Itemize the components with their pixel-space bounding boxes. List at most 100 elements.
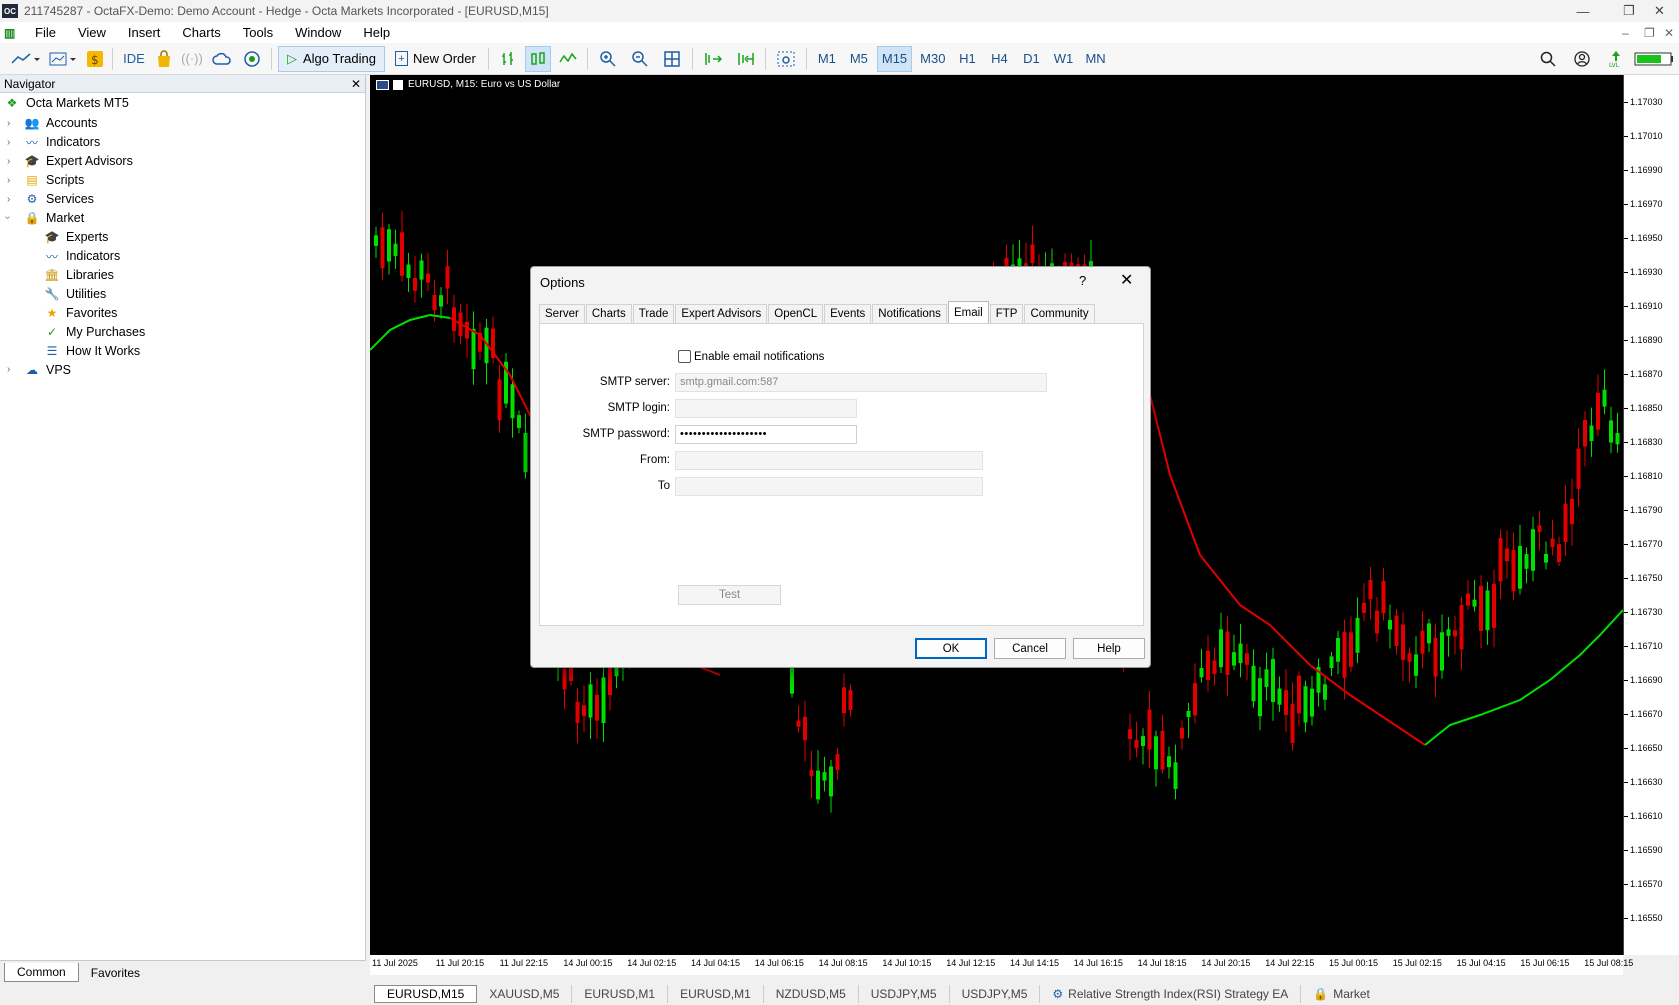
search-icon[interactable] bbox=[1538, 46, 1558, 72]
symbol-tab[interactable]: EURUSD,M1 bbox=[668, 984, 764, 1003]
symbol-tab-market[interactable]: 🔒 Market bbox=[1301, 985, 1382, 1003]
timeframe-d1[interactable]: D1 bbox=[1017, 46, 1045, 72]
account-icon[interactable] bbox=[1572, 46, 1592, 72]
nav-market-indicators[interactable]: 〰 Indicators bbox=[44, 246, 120, 266]
line-chart-icon[interactable] bbox=[555, 46, 581, 72]
expand-arrow-icon[interactable]: › bbox=[7, 175, 10, 186]
ok-button[interactable]: OK bbox=[915, 638, 987, 659]
symbol-tab[interactable]: XAUUSD,M5 bbox=[477, 984, 573, 1003]
screenshot-icon[interactable] bbox=[772, 46, 800, 72]
menu-file[interactable]: File bbox=[24, 25, 67, 40]
symbol-tab[interactable]: EURUSD,M1 bbox=[572, 984, 669, 1003]
zoom-out-icon[interactable] bbox=[626, 46, 654, 72]
market-bag-icon[interactable] bbox=[153, 46, 175, 72]
timeframe-m5[interactable]: M5 bbox=[845, 46, 873, 72]
tab-ftp[interactable]: FTP bbox=[989, 304, 1024, 323]
tab-trade[interactable]: Trade bbox=[632, 304, 675, 323]
timeframe-h4[interactable]: H4 bbox=[985, 46, 1013, 72]
connection-status-icon[interactable] bbox=[1632, 46, 1676, 72]
dialog-help-icon[interactable]: ? bbox=[1079, 273, 1086, 288]
bar-chart-icon[interactable] bbox=[495, 46, 521, 72]
tab-common[interactable]: Common bbox=[4, 963, 79, 982]
menu-window[interactable]: Window bbox=[284, 25, 352, 40]
nav-item-services[interactable]: ⚙ Services bbox=[24, 189, 94, 209]
tile-windows-icon[interactable] bbox=[658, 46, 686, 72]
menu-charts[interactable]: Charts bbox=[171, 25, 231, 40]
nav-item-vps[interactable]: ☁ VPS bbox=[24, 360, 71, 380]
expand-arrow-icon[interactable]: › bbox=[7, 194, 10, 205]
nav-market-my-purchases[interactable]: ✓ My Purchases bbox=[44, 322, 145, 342]
tab-events[interactable]: Events bbox=[824, 304, 872, 323]
close-icon[interactable]: ✕ bbox=[1640, 0, 1679, 22]
nav-item-expert-advisors[interactable]: 🎓 Expert Advisors bbox=[24, 151, 133, 171]
ide-button[interactable]: IDE bbox=[119, 46, 149, 72]
mdi-minimize-icon[interactable]: – bbox=[1622, 26, 1629, 40]
algo-trading-button[interactable]: ▷ Algo Trading bbox=[278, 45, 385, 72]
expand-arrow-icon[interactable]: › bbox=[7, 137, 10, 148]
tab-favorites[interactable]: Favorites bbox=[79, 964, 152, 982]
timeframe-m1[interactable]: M1 bbox=[813, 46, 841, 72]
test-button[interactable]: Test bbox=[678, 585, 781, 605]
candlestick-icon[interactable] bbox=[524, 45, 551, 72]
symbol-tab-ea[interactable]: ⚙ Relative Strength Index(RSI) Strategy … bbox=[1040, 984, 1302, 1003]
nav-item-indicators[interactable]: 〰 Indicators bbox=[24, 132, 100, 152]
mdi-restore-icon[interactable]: ❐ bbox=[1644, 26, 1655, 40]
timeframe-m30[interactable]: M30 bbox=[916, 46, 949, 72]
mdi-close-icon[interactable]: ✕ bbox=[1664, 26, 1674, 40]
help-button[interactable]: Help bbox=[1073, 638, 1145, 659]
tab-charts[interactable]: Charts bbox=[585, 304, 632, 323]
nav-root[interactable]: ❖ Octa Markets MT5 bbox=[4, 93, 129, 113]
collapse-arrow-icon[interactable]: › bbox=[2, 216, 13, 219]
profiles-icon[interactable] bbox=[46, 46, 80, 72]
timeframe-mn[interactable]: MN bbox=[1081, 46, 1109, 72]
menu-view[interactable]: View bbox=[67, 25, 117, 40]
price-scale[interactable]: 1.17030 1.17010 1.16990 1.16970 1.16950 1.169… bbox=[1623, 75, 1679, 955]
chart-menu-icon[interactable]: ▥ bbox=[4, 26, 24, 40]
deposit-icon[interactable]: $ bbox=[84, 46, 106, 72]
nav-market-libraries[interactable]: 🏛 Libraries bbox=[44, 265, 114, 285]
dialog-close-icon[interactable]: ✕ bbox=[1120, 270, 1133, 290]
web-icon[interactable] bbox=[239, 46, 265, 72]
navigator-close-icon[interactable]: ✕ bbox=[351, 77, 361, 91]
auto-scroll-icon[interactable] bbox=[699, 46, 727, 72]
minimize-icon[interactable]: — bbox=[1560, 0, 1606, 22]
smtp-password-field[interactable]: •••••••••••••••••••• bbox=[675, 425, 857, 444]
timeframe-h1[interactable]: H1 bbox=[953, 46, 981, 72]
expand-arrow-icon[interactable]: › bbox=[7, 364, 10, 375]
to-field[interactable] bbox=[675, 477, 983, 496]
expand-arrow-icon[interactable]: › bbox=[7, 118, 10, 129]
zoom-in-icon[interactable] bbox=[594, 46, 622, 72]
tab-notifications[interactable]: Notifications bbox=[872, 304, 947, 323]
tab-opencl[interactable]: OpenCL bbox=[768, 304, 824, 323]
lvl-signal-icon[interactable]: LVL bbox=[1606, 46, 1626, 72]
symbol-tab[interactable]: NZDUSD,M5 bbox=[764, 984, 859, 1003]
vps-cloud-icon[interactable] bbox=[209, 46, 235, 72]
nav-market-utilities[interactable]: 🔧 Utilities bbox=[44, 284, 107, 304]
nav-item-market[interactable]: 🔒 Market bbox=[24, 208, 85, 228]
new-order-button[interactable]: + New Order bbox=[389, 46, 482, 72]
menu-tools[interactable]: Tools bbox=[232, 25, 284, 40]
nav-item-accounts[interactable]: 👥 Accounts bbox=[24, 113, 98, 133]
tab-server[interactable]: Server bbox=[539, 304, 585, 323]
smtp-server-field[interactable]: smtp.gmail.com:587 bbox=[675, 373, 1047, 392]
nav-market-experts[interactable]: 🎓 Experts bbox=[44, 227, 109, 247]
signals-icon[interactable]: ((·)) bbox=[179, 46, 205, 72]
nav-market-how-it-works[interactable]: ☰ How It Works bbox=[44, 341, 140, 361]
time-scale[interactable]: 11 Jul 2025 11 Jul 20:15 11 Jul 22:15 14 Ju… bbox=[370, 955, 1633, 975]
timeframe-m15[interactable]: M15 bbox=[876, 45, 913, 72]
menu-help[interactable]: Help bbox=[352, 25, 401, 40]
cancel-button[interactable]: Cancel bbox=[994, 638, 1066, 659]
from-field[interactable] bbox=[675, 451, 983, 470]
symbol-tab[interactable]: USDJPY,M5 bbox=[950, 984, 1041, 1003]
expand-arrow-icon[interactable]: › bbox=[7, 156, 10, 167]
smtp-login-field[interactable] bbox=[675, 399, 857, 418]
chart-shift-icon[interactable] bbox=[731, 46, 759, 72]
nav-item-scripts[interactable]: ▤ Scripts bbox=[24, 170, 84, 190]
nav-market-favorites[interactable]: ★ Favorites bbox=[44, 303, 118, 323]
new-chart-icon[interactable] bbox=[8, 46, 42, 72]
menu-insert[interactable]: Insert bbox=[117, 25, 172, 40]
tab-email[interactable]: Email bbox=[947, 301, 989, 323]
tab-community[interactable]: Community bbox=[1024, 304, 1095, 323]
timeframe-w1[interactable]: W1 bbox=[1049, 46, 1077, 72]
enable-email-checkbox[interactable]: Enable email notifications bbox=[678, 350, 824, 363]
